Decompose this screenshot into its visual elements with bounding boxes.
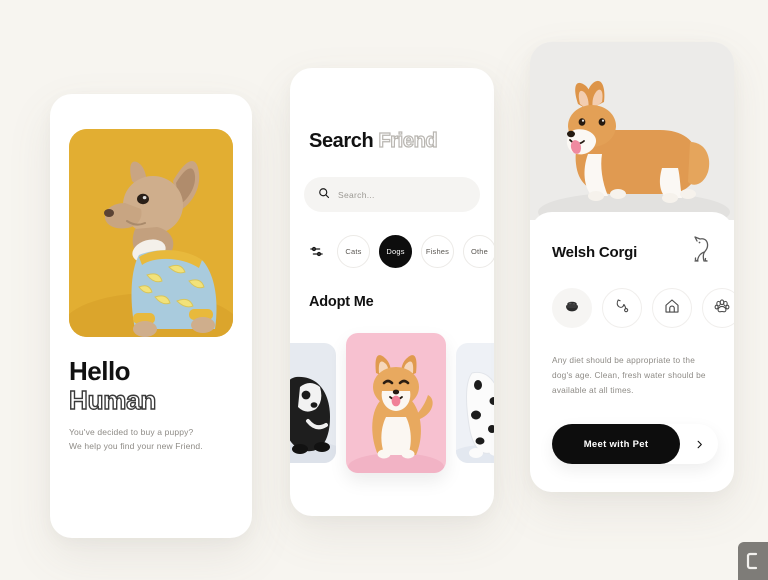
food-bowl-icon — [563, 297, 581, 320]
search-input[interactable]: Search... — [304, 177, 480, 212]
app-mockup-canvas: Hello Human You've decided to buy a pupp… — [0, 0, 768, 580]
meet-with-pet-label: Meet with Pet — [552, 424, 680, 464]
hello-subtitle-line-1: You've decided to buy a puppy? — [69, 427, 194, 437]
card-pet-detail: Welsh Corgi Any diet should be appropria… — [530, 42, 734, 492]
category-chip-dogs[interactable]: Dogs — [379, 234, 412, 268]
chevron-right-icon[interactable] — [680, 439, 718, 450]
hello-pet-photo — [69, 129, 233, 337]
meet-with-pet-button[interactable]: Meet with Pet — [552, 424, 718, 464]
detail-pet-photo — [530, 42, 734, 220]
search-page-title: Search Friend — [309, 129, 438, 153]
carousel-item-active[interactable] — [346, 333, 446, 473]
carousel-item-left[interactable] — [290, 343, 336, 463]
adopt-section-title: Adopt Me — [309, 294, 374, 310]
carousel-item-right[interactable] — [456, 343, 494, 463]
dog-house-icon — [663, 297, 681, 320]
paw-icon-button[interactable] — [702, 288, 734, 328]
search-title-solid: Search — [309, 130, 374, 152]
category-filter-row: Cats Dogs Fishes Othe — [304, 231, 494, 271]
hello-subtitle: You've decided to buy a puppy? We help y… — [69, 425, 239, 453]
bookmark-badge-icon[interactable] — [738, 542, 768, 580]
hello-heading-solid: Hello — [69, 356, 131, 386]
category-chip-cats[interactable]: Cats — [337, 234, 370, 268]
detail-action-row — [552, 287, 734, 329]
category-chip-other[interactable]: Othe — [463, 234, 494, 268]
category-chip-fishes[interactable]: Fishes — [421, 234, 454, 268]
stethoscope-icon — [613, 297, 631, 320]
pet-name: Welsh Corgi — [552, 244, 638, 261]
sitting-dog-icon — [688, 234, 718, 266]
hello-subtitle-line-2: We help you find your new Friend. — [69, 441, 203, 451]
search-placeholder: Search... — [338, 189, 375, 200]
hello-heading-outline: Human — [68, 384, 157, 415]
food-bowl-icon-button[interactable] — [552, 288, 592, 328]
paw-icon — [713, 297, 731, 320]
pet-description: Any diet should be appropriate to the do… — [552, 355, 706, 395]
sliders-filter-icon[interactable] — [304, 235, 328, 268]
search-title-outline: Friend — [378, 129, 438, 152]
card-search: Search Friend Search... Cats Dogs Fishes… — [290, 68, 494, 516]
card-hello: Hello Human You've decided to buy a pupp… — [50, 94, 252, 538]
stethoscope-icon-button[interactable] — [602, 288, 642, 328]
pet-carousel — [290, 333, 494, 473]
dog-house-icon-button[interactable] — [652, 288, 692, 328]
search-icon — [318, 186, 330, 204]
